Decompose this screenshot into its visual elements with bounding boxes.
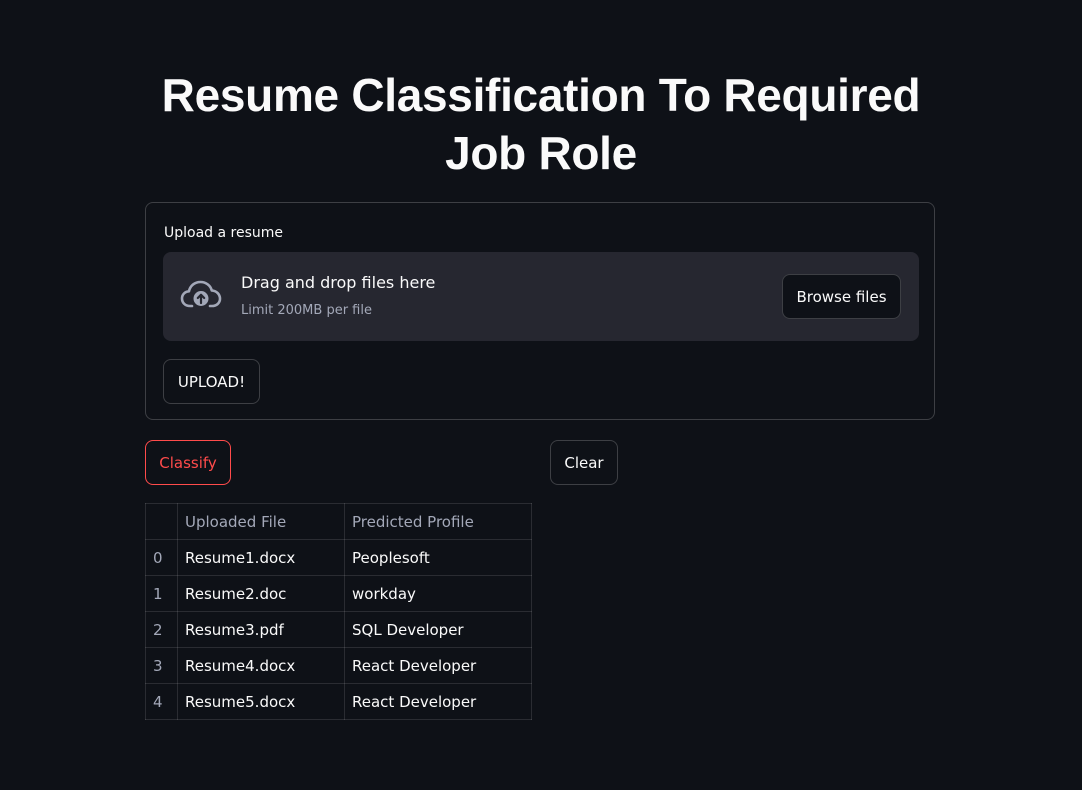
table-header-row: Uploaded File Predicted Profile: [145, 503, 532, 540]
classify-button[interactable]: Classify: [145, 440, 231, 485]
table-row: 3 Resume4.docx React Developer: [145, 647, 532, 684]
clear-button[interactable]: Clear: [550, 440, 618, 485]
column-header-index: [145, 503, 178, 540]
row-index: 1: [145, 575, 178, 612]
row-index: 0: [145, 539, 178, 576]
results-table: Uploaded File Predicted Profile 0 Resume…: [145, 503, 532, 720]
uploader-label: Upload a resume: [164, 225, 284, 241]
table-row: 1 Resume2.doc workday: [145, 575, 532, 612]
uploaded-file-cell: Resume4.docx: [177, 647, 345, 684]
upload-button[interactable]: UPLOAD!: [163, 359, 260, 404]
predicted-profile-cell: React Developer: [344, 683, 532, 720]
upload-form: Upload a resume Drag and drop files here…: [145, 202, 935, 420]
uploaded-file-cell: Resume5.docx: [177, 683, 345, 720]
predicted-profile-cell: Peoplesoft: [344, 539, 532, 576]
uploaded-file-cell: Resume3.pdf: [177, 611, 345, 648]
predicted-profile-cell: workday: [344, 575, 532, 612]
predicted-profile-cell: SQL Developer: [344, 611, 532, 648]
row-index: 3: [145, 647, 178, 684]
file-dropzone[interactable]: Drag and drop files here Limit 200MB per…: [163, 252, 919, 341]
browse-files-button[interactable]: Browse files: [782, 274, 901, 319]
app: Resume Classification To Required Job Ro…: [0, 0, 1082, 790]
uploaded-file-cell: Resume2.doc: [177, 575, 345, 612]
column-header-predicted-profile: Predicted Profile: [344, 503, 532, 540]
uploaded-file-cell: Resume1.docx: [177, 539, 345, 576]
dropzone-limit: Limit 200MB per file: [241, 303, 372, 318]
row-index: 4: [145, 683, 178, 720]
column-header-uploaded-file: Uploaded File: [177, 503, 345, 540]
cloud-upload-icon: [180, 280, 222, 308]
table-row: 2 Resume3.pdf SQL Developer: [145, 611, 532, 648]
row-index: 2: [145, 611, 178, 648]
predicted-profile-cell: React Developer: [344, 647, 532, 684]
dropzone-instructions: Drag and drop files here: [241, 273, 436, 292]
table-row: 0 Resume1.docx Peoplesoft: [145, 539, 532, 576]
table-row: 4 Resume5.docx React Developer: [145, 683, 532, 720]
page-title: Resume Classification To Required Job Ro…: [161, 69, 921, 179]
